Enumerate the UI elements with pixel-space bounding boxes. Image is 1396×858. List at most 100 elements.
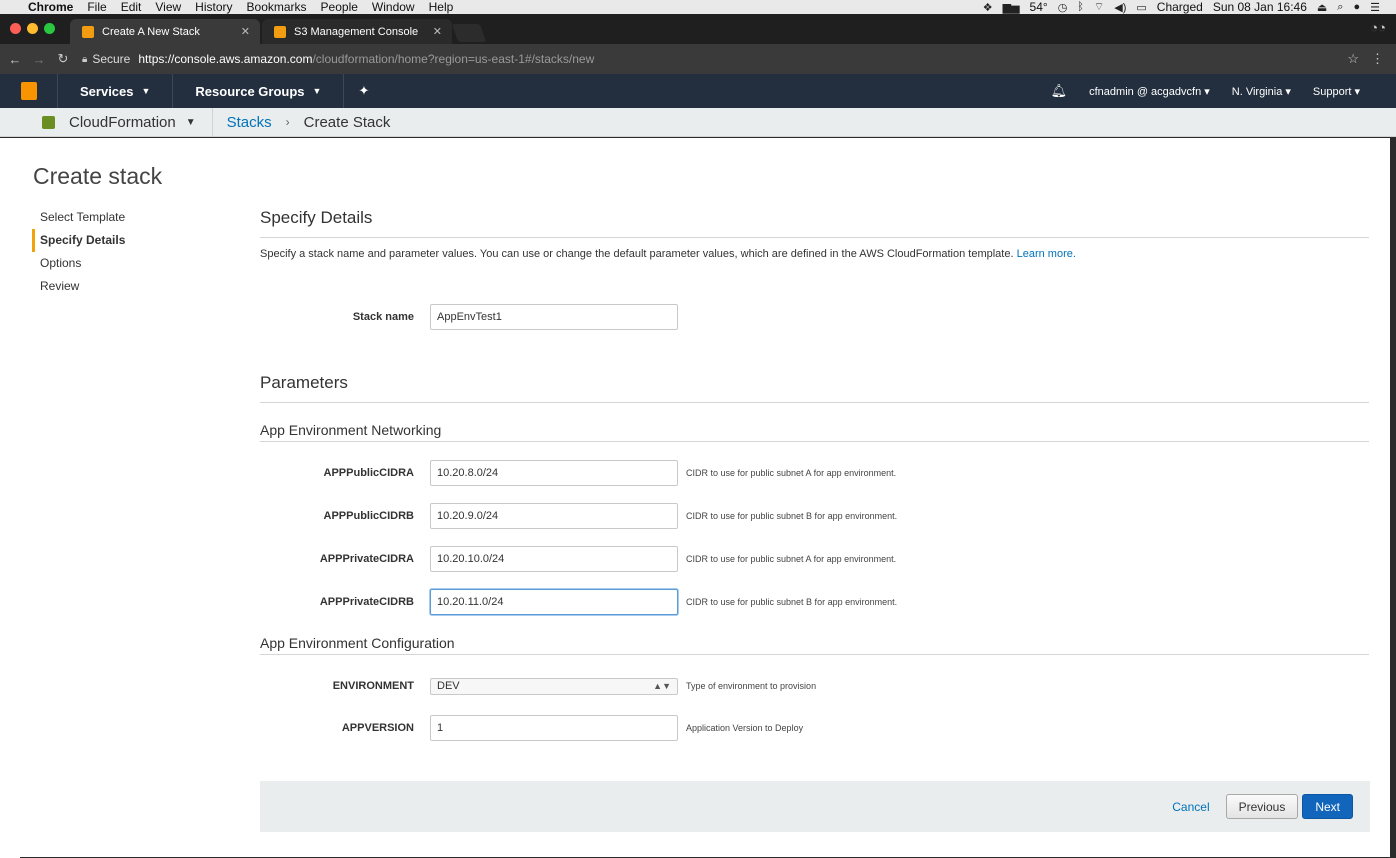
- menu-help[interactable]: Help: [429, 0, 454, 14]
- menu-people[interactable]: People: [321, 0, 358, 14]
- battery-icon[interactable]: ▭: [1136, 1, 1146, 14]
- spotlight-search-icon[interactable]: ⌕: [1337, 1, 1343, 14]
- address-bar[interactable]: 🔒︎ Secure https://console.aws.amazon.com…: [82, 52, 1347, 66]
- zoom-window-button[interactable]: [44, 23, 55, 34]
- chevron-down-icon: ▼: [141, 86, 151, 96]
- incognito-icon: ◔◔: [1370, 20, 1386, 35]
- secure-label: Secure: [92, 52, 131, 66]
- bookmark-star-icon[interactable]: ☆: [1347, 51, 1359, 67]
- environment-selected-value: DEV: [437, 680, 460, 692]
- previous-button[interactable]: Previous: [1225, 794, 1299, 819]
- divider: [260, 402, 1369, 403]
- param-row-environment: ENVIRONMENT DEV ▲▼ Type of environment t…: [260, 673, 1370, 699]
- apppubliccidrb-input[interactable]: [430, 503, 678, 529]
- back-icon[interactable]: ←: [6, 52, 24, 67]
- wifi-icon[interactable]: ⌔: [1094, 0, 1104, 14]
- param-label: APPPublicCIDRB: [323, 510, 414, 522]
- aws-favicon-icon: [82, 25, 94, 38]
- main-content: Create stack Select Template Specify Det…: [20, 138, 1390, 857]
- menu-view[interactable]: View: [155, 0, 181, 14]
- menu-app-name[interactable]: Chrome: [28, 0, 73, 14]
- cancel-button[interactable]: Cancel: [1172, 800, 1209, 814]
- stack-name-input[interactable]: [430, 304, 678, 330]
- close-tab-icon[interactable]: ✕: [433, 25, 442, 38]
- breadcrumb-current: Create Stack: [303, 113, 391, 131]
- menu-history[interactable]: History: [195, 0, 232, 14]
- aws-logo[interactable]: [0, 74, 58, 108]
- close-tab-icon[interactable]: ✕: [241, 25, 250, 38]
- region-label: N. Virginia: [1231, 85, 1283, 98]
- forward-icon[interactable]: →: [30, 52, 48, 67]
- configuration-title: App Environment Configuration: [260, 635, 455, 651]
- support-label: Support: [1312, 85, 1352, 98]
- environment-select[interactable]: DEV ▲▼: [430, 677, 678, 695]
- networking-title: App Environment Networking: [260, 422, 442, 438]
- close-window-button[interactable]: [10, 23, 21, 34]
- section-title: Specify Details: [260, 208, 373, 227]
- minimize-window-button[interactable]: [27, 23, 38, 34]
- dropbox-icon[interactable]: ❖: [983, 1, 993, 14]
- tab-create-stack[interactable]: Create A New Stack ✕: [70, 19, 260, 44]
- region-menu[interactable]: N. Virginia ▾: [1232, 85, 1291, 98]
- breadcrumb: CloudFormation ▼ Stacks › Create Stack: [0, 107, 1396, 137]
- page-left-edge: [0, 138, 20, 858]
- step-select-template[interactable]: Select Template: [32, 206, 125, 229]
- appversion-input[interactable]: [430, 715, 678, 741]
- tab-s3-console[interactable]: S3 Management Console ✕: [262, 19, 452, 44]
- parameters-title: Parameters: [260, 373, 348, 392]
- notification-center-icon[interactable]: ☰: [1370, 1, 1380, 14]
- param-label: APPVERSION: [341, 722, 414, 734]
- resource-groups-menu[interactable]: Resource Groups ▼: [173, 74, 345, 108]
- appprivatecidrb-input[interactable]: [430, 589, 678, 615]
- aws-console-header: Services ▼ Resource Groups ▼ ✦ 🔔︎ cfnadm…: [0, 74, 1396, 108]
- breadcrumb-stacks-link[interactable]: Stacks: [227, 114, 272, 131]
- next-button[interactable]: Next: [1302, 794, 1353, 819]
- temperature-readout[interactable]: 54°: [1030, 0, 1048, 14]
- menu-edit[interactable]: Edit: [121, 0, 142, 14]
- step-specify-details[interactable]: Specify Details: [32, 229, 125, 252]
- chevron-down-icon: ▼: [312, 86, 322, 96]
- services-menu[interactable]: Services ▼: [58, 74, 174, 108]
- breadcrumb-separator-icon: ›: [285, 115, 290, 129]
- divider: [260, 441, 1369, 442]
- param-label: ENVIRONMENT: [332, 680, 414, 692]
- param-help: CIDR to use for public subnet B for app …: [686, 511, 898, 521]
- service-switcher[interactable]: CloudFormation ▼: [0, 107, 213, 137]
- param-row-apppubliccidrb: APPPublicCIDRB CIDR to use for public su…: [260, 503, 1370, 529]
- account-menu[interactable]: cfnadmin @ acgadvcfn ▾: [1089, 85, 1210, 98]
- select-arrows-icon: ▲▼: [653, 681, 671, 691]
- menu-window[interactable]: Window: [372, 0, 415, 14]
- param-row-appprivatecidrb: APPPrivateCIDRB CIDR to use for public s…: [260, 589, 1370, 615]
- divider: [260, 237, 1369, 238]
- bluetooth-icon[interactable]: ᛒ: [1077, 1, 1084, 13]
- toolbar-right: ☆ ⋮: [1347, 51, 1384, 67]
- cloudformation-icon: [42, 115, 55, 129]
- section-description: Specify a stack name and parameter value…: [260, 248, 1076, 260]
- airplay-icon[interactable]: ⏏: [1317, 1, 1327, 14]
- step-options[interactable]: Options: [32, 252, 125, 275]
- cpu-graph-icon[interactable]: ▆▅: [1003, 1, 1020, 14]
- clock-icon[interactable]: ◷: [1058, 1, 1068, 14]
- menu-file[interactable]: File: [87, 0, 106, 14]
- aws-favicon-icon: [274, 25, 286, 38]
- volume-icon[interactable]: ◀): [1114, 1, 1126, 14]
- learn-more-link[interactable]: Learn more.: [1017, 248, 1076, 260]
- service-name: CloudFormation: [69, 113, 176, 131]
- browser-tab-strip: Create A New Stack ✕ S3 Management Conso…: [0, 14, 1396, 44]
- menu-bookmarks[interactable]: Bookmarks: [247, 0, 307, 14]
- step-review[interactable]: Review: [32, 275, 125, 298]
- reload-icon[interactable]: ↻: [54, 51, 72, 67]
- apppubliccidra-input[interactable]: [430, 460, 678, 486]
- battery-status[interactable]: Charged: [1157, 0, 1203, 14]
- macos-menu-bar: Chrome File Edit View History Bookmarks …: [0, 0, 1396, 14]
- bell-icon[interactable]: 🔔︎: [1051, 83, 1068, 99]
- support-menu[interactable]: Support ▾: [1313, 85, 1360, 98]
- browser-menu-icon[interactable]: ⋮: [1371, 51, 1384, 67]
- stack-name-label: Stack name: [352, 311, 414, 323]
- user-avatar-icon[interactable]: ●: [1353, 1, 1360, 13]
- date-time[interactable]: Sun 08 Jan 16:46: [1213, 0, 1307, 14]
- param-help: Type of environment to provision: [686, 681, 817, 691]
- pin-icon[interactable]: ✦: [344, 83, 383, 99]
- appprivatecidra-input[interactable]: [430, 546, 678, 572]
- new-tab-button[interactable]: [451, 24, 487, 42]
